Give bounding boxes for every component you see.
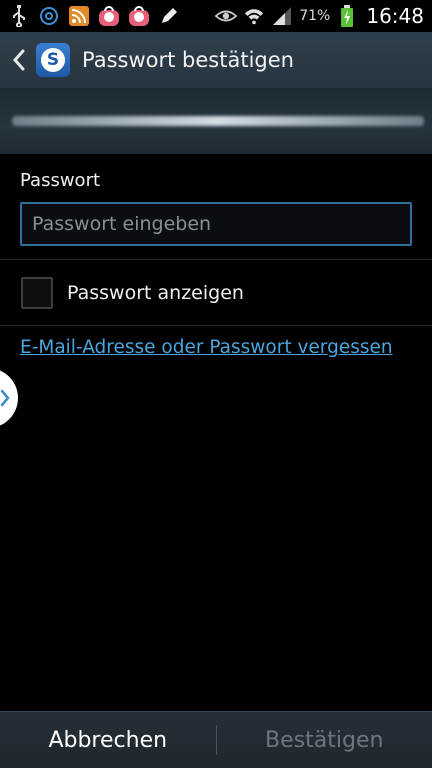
clock: 16:48 xyxy=(366,4,424,28)
password-input[interactable] xyxy=(20,202,412,246)
show-password-checkbox[interactable] xyxy=(21,277,53,309)
header-glow-divider xyxy=(12,116,424,126)
password-label: Passwort xyxy=(20,170,101,191)
page-title: Passwort bestätigen xyxy=(82,48,294,72)
at-sign-icon xyxy=(38,5,60,27)
shopping-bag-icon xyxy=(98,5,120,27)
shopping-bag-icon xyxy=(128,5,150,27)
signal-icon xyxy=(271,5,293,27)
battery-percentage: 71% xyxy=(299,8,331,24)
app-logo[interactable]: S xyxy=(36,43,70,77)
header-banner xyxy=(0,88,432,154)
bottom-action-bar: Abbrechen Bestätigen xyxy=(0,711,432,768)
app-logo-letter: S xyxy=(41,48,65,72)
rss-icon xyxy=(68,5,90,27)
side-drawer-handle[interactable] xyxy=(0,368,18,428)
forgot-credentials-link[interactable]: E-Mail-Adresse oder Passwort vergessen xyxy=(20,337,393,358)
wifi-icon xyxy=(243,5,265,27)
cancel-button[interactable]: Abbrechen xyxy=(0,712,216,768)
notification-icons xyxy=(0,5,180,27)
divider xyxy=(0,259,432,260)
divider xyxy=(0,325,432,326)
status-indicators: 71% 16:48 xyxy=(215,0,424,32)
eye-icon xyxy=(215,5,238,27)
chevron-left-icon[interactable] xyxy=(4,32,34,88)
usb-icon xyxy=(8,5,30,27)
action-bar: S Passwort bestätigen xyxy=(0,32,432,88)
status-bar: 71% 16:48 xyxy=(0,0,432,32)
pencil-icon xyxy=(158,5,180,27)
chevron-right-icon xyxy=(0,389,10,407)
battery-charging-icon xyxy=(336,5,358,27)
show-password-label[interactable]: Passwort anzeigen xyxy=(67,282,244,304)
confirm-button[interactable]: Bestätigen xyxy=(217,712,432,768)
